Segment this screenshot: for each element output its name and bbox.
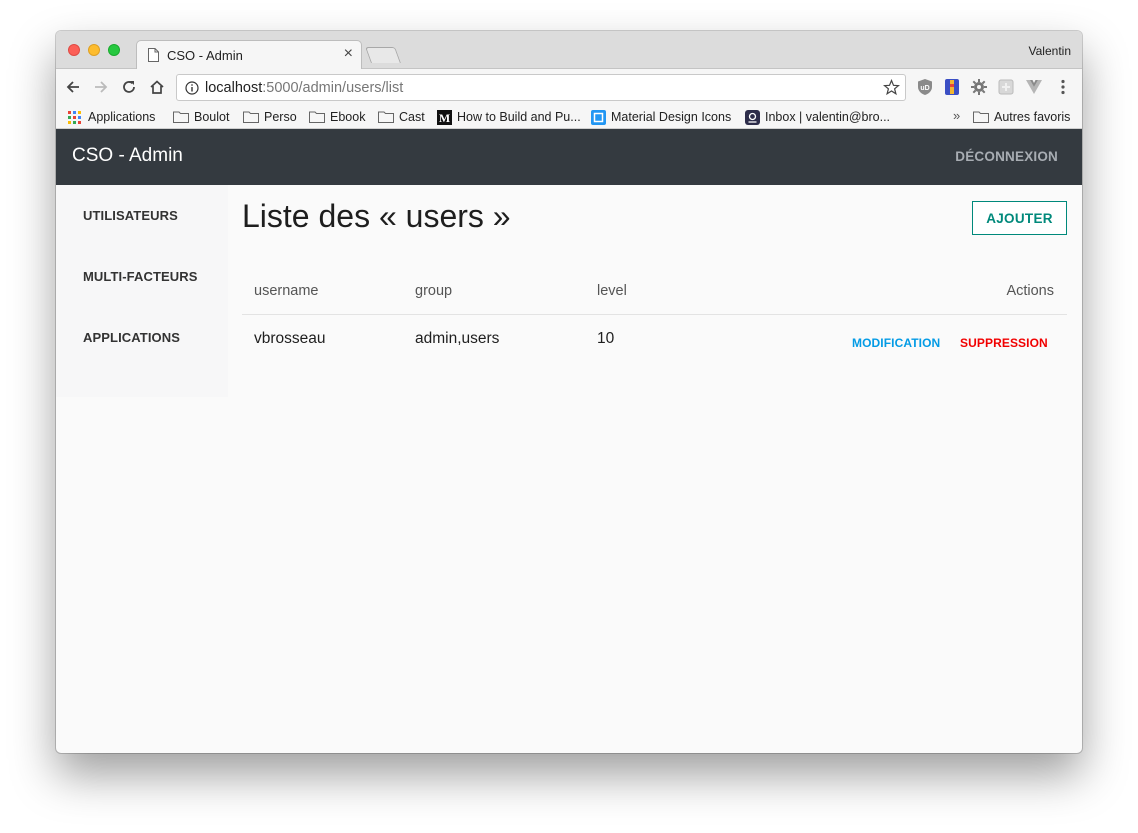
folder-icon — [173, 111, 189, 123]
apps-grid-icon — [68, 110, 81, 124]
column-header-username: username — [254, 283, 319, 299]
reload-icon — [123, 81, 135, 93]
bookmark-label: Cast — [399, 110, 425, 124]
folder-icon — [243, 111, 259, 123]
material-icon — [591, 109, 606, 125]
page-title: Liste des « users » — [242, 198, 511, 234]
column-header-group: group — [415, 283, 453, 299]
column-header-level: level — [597, 283, 627, 299]
nav-item-multi-factor[interactable]: MULTI-FACTEURS — [83, 269, 198, 284]
edit-button[interactable]: MODIFICATION — [852, 336, 940, 350]
browser-toolbar: localhost:5000/admin/users/list uD — [56, 69, 1082, 105]
bookmark-cast[interactable]: Cast — [378, 108, 425, 126]
bookmark-inbox[interactable]: Inbox | valentin@bro... — [745, 108, 890, 126]
gear-extension-icon[interactable] — [970, 78, 988, 96]
url-host: localhost — [205, 80, 263, 96]
arrow-right-icon — [95, 81, 108, 93]
bookmark-applications[interactable]: Applications — [68, 108, 155, 126]
address-bar[interactable]: localhost:5000/admin/users/list — [176, 74, 906, 101]
logout-button[interactable]: DÉCONNEXION — [955, 149, 1058, 164]
vue-devtools-icon[interactable] — [1025, 78, 1043, 96]
home-button[interactable] — [146, 76, 168, 98]
window-maximize-button[interactable] — [108, 44, 120, 56]
bookmark-label: Applications — [88, 110, 156, 124]
app-header: CSO - Admin DÉCONNEXION — [56, 129, 1082, 185]
home-icon — [150, 80, 164, 94]
bookmark-other-favorites[interactable]: Autres favoris — [973, 108, 1070, 126]
bookmarks-overflow-button[interactable]: » — [953, 108, 960, 123]
column-header-actions: Actions — [1006, 283, 1054, 299]
folder-icon — [973, 111, 989, 123]
profile-name[interactable]: Valentin — [1029, 44, 1071, 58]
cell-level: 10 — [597, 330, 615, 347]
users-table: username group level Actions vbrosseau a… — [242, 271, 1067, 365]
url-path: :5000/admin/users/list — [262, 80, 404, 96]
bookmark-perso[interactable]: Perso — [243, 108, 297, 126]
back-button[interactable] — [62, 76, 84, 98]
app-brand[interactable]: CSO - Admin — [72, 145, 183, 167]
bookmark-label: How to Build and Pu... — [457, 110, 581, 124]
bookmark-label: Ebook — [330, 110, 366, 124]
colorful-extension-icon[interactable] — [943, 78, 961, 96]
bookmark-label: Boulot — [194, 110, 230, 124]
ublock-shield-icon[interactable]: uD — [916, 78, 934, 96]
folder-icon — [309, 111, 325, 123]
star-icon[interactable] — [883, 79, 900, 96]
medium-icon: M — [437, 109, 452, 125]
delete-button[interactable]: SUPPRESSION — [960, 336, 1048, 350]
add-button[interactable]: AJOUTER — [972, 201, 1067, 235]
svg-text:M: M — [439, 111, 450, 125]
inbox-icon — [745, 109, 760, 125]
box-extension-icon[interactable] — [997, 78, 1015, 96]
url-text[interactable]: localhost:5000/admin/users/list — [205, 80, 403, 96]
cell-username: vbrosseau — [254, 330, 326, 347]
new-tab-button[interactable] — [365, 47, 401, 63]
browser-window: CSO - Admin × Valentin localhost:5000/ad… — [56, 31, 1082, 753]
bookmark-boulot[interactable]: Boulot — [173, 108, 229, 126]
table-row: vbrosseau admin,users 10 MODIFICATION SU… — [242, 315, 1067, 365]
nav-item-users[interactable]: UTILISATEURS — [83, 208, 178, 223]
side-nav: UTILISATEURS MULTI-FACTEURS APPLICATIONS — [56, 185, 228, 397]
arrow-left-icon — [66, 81, 79, 93]
window-minimize-button[interactable] — [88, 44, 100, 56]
title-bar: CSO - Admin × Valentin — [56, 31, 1082, 70]
forward-button[interactable] — [90, 76, 112, 98]
tab-close-icon[interactable]: × — [344, 46, 353, 62]
bookmark-label: Autres favoris — [994, 110, 1071, 124]
folder-icon — [378, 111, 394, 123]
tab-title: CSO - Admin — [167, 48, 243, 63]
bookmark-ebook[interactable]: Ebook — [309, 108, 365, 126]
page-icon — [148, 48, 159, 62]
svg-text:uD: uD — [920, 85, 929, 92]
bookmark-medium[interactable]: M How to Build and Pu... — [437, 108, 581, 126]
menu-dots-icon[interactable] — [1054, 78, 1072, 96]
info-icon[interactable] — [185, 81, 199, 95]
browser-tab-active[interactable]: CSO - Admin × — [136, 40, 362, 70]
reload-button[interactable] — [118, 76, 140, 98]
bookmark-label: Inbox | valentin@bro... — [765, 110, 891, 124]
bookmark-label: Perso — [264, 110, 297, 124]
cell-group: admin,users — [415, 330, 500, 347]
bookmarks-bar: Applications Boulot Perso Ebook Cast M H… — [56, 105, 1082, 129]
nav-item-applications[interactable]: APPLICATIONS — [83, 330, 180, 345]
bookmark-material-icons[interactable]: Material Design Icons — [591, 108, 731, 126]
table-header-row: username group level Actions — [242, 271, 1067, 315]
bookmark-label: Material Design Icons — [611, 110, 732, 124]
window-close-button[interactable] — [68, 44, 80, 56]
